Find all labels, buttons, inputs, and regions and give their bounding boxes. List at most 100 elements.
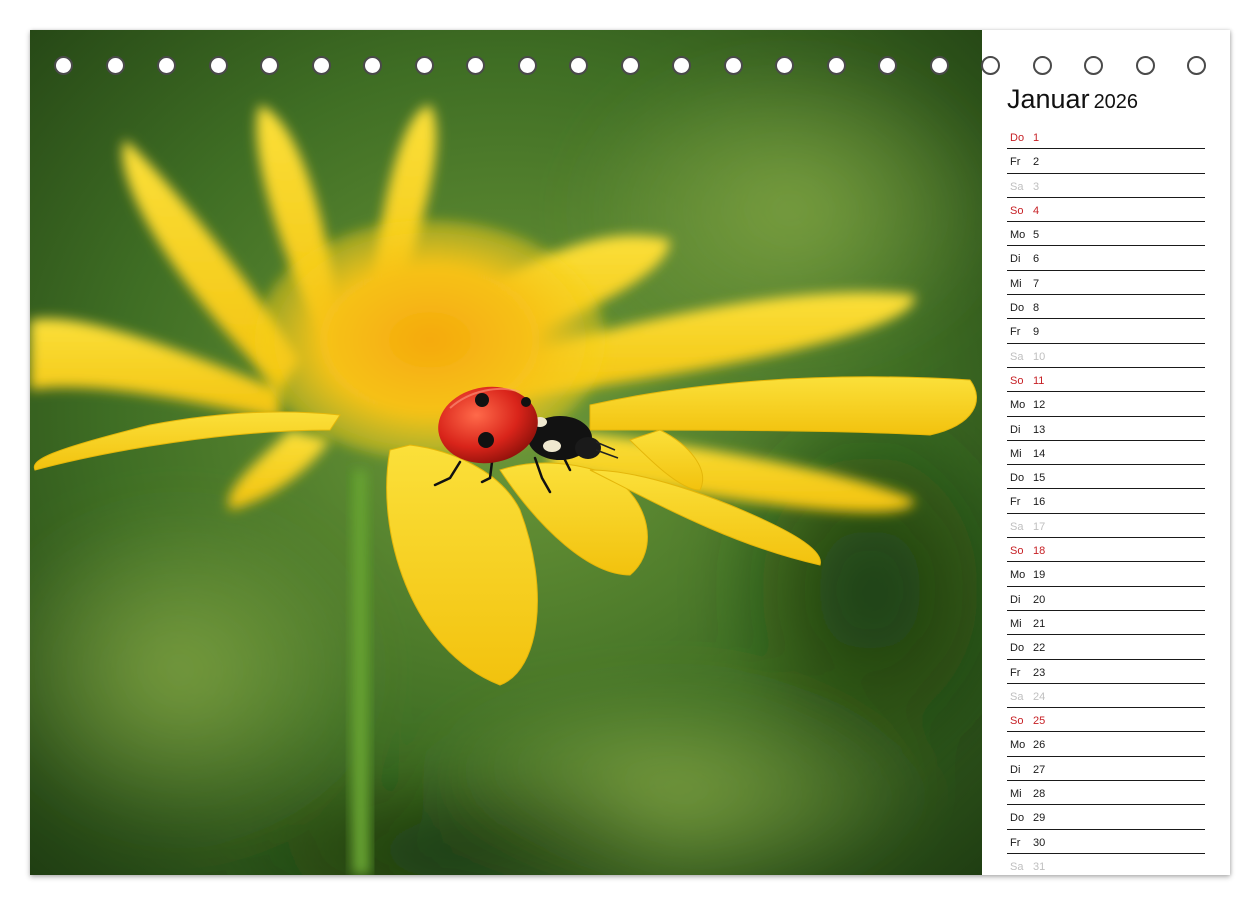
- day-row: So 4: [1007, 199, 1205, 223]
- day-number: 3: [1033, 180, 1040, 193]
- weekday-label: So: [1010, 374, 1024, 387]
- day-row: Do 15: [1007, 466, 1205, 490]
- weekday-label: So: [1010, 545, 1024, 558]
- day-number: 4: [1033, 204, 1040, 217]
- day-number: 6: [1033, 253, 1040, 266]
- day-row: Do 8: [1007, 296, 1205, 320]
- day-number: 1: [1033, 132, 1040, 144]
- day-row: So 18: [1007, 539, 1205, 563]
- day-row: Do 22: [1007, 636, 1205, 660]
- day-row: Mo 26: [1007, 733, 1205, 757]
- day-number: 30: [1033, 836, 1046, 849]
- weekday-label: Sa: [1010, 350, 1024, 363]
- weekday-label: Di: [1010, 253, 1021, 266]
- day-row: Do 29: [1007, 806, 1205, 830]
- day-row: Fr 16: [1007, 490, 1205, 514]
- day-row: Mi 14: [1007, 442, 1205, 466]
- day-number: 27: [1033, 763, 1046, 776]
- day-row: Mi 21: [1007, 612, 1205, 636]
- day-row: Di 27: [1007, 758, 1205, 782]
- weekday-label: Di: [1010, 423, 1021, 436]
- day-row: Mi 7: [1007, 272, 1205, 296]
- day-number: 25: [1033, 715, 1046, 728]
- day-number: 10: [1033, 350, 1046, 363]
- month-name: Januar: [1007, 84, 1090, 114]
- day-number: 7: [1033, 277, 1040, 290]
- day-row: So 11: [1007, 369, 1205, 393]
- day-number: 9: [1033, 326, 1040, 339]
- day-number: 17: [1033, 520, 1046, 533]
- weekday-label: Fr: [1010, 326, 1021, 339]
- month-year: 2026: [1093, 91, 1139, 113]
- day-row: Di 13: [1007, 418, 1205, 441]
- day-row: Sa 3: [1007, 175, 1205, 198]
- day-number: 28: [1033, 788, 1046, 801]
- weekday-label: Mo: [1010, 399, 1026, 412]
- weekday-label: So: [1010, 204, 1024, 217]
- weekday-label: Do: [1010, 472, 1025, 485]
- weekday-label: Mo: [1010, 739, 1026, 752]
- weekday-label: Mi: [1010, 277, 1022, 290]
- weekday-label: So: [1010, 715, 1024, 728]
- day-number: 13: [1033, 423, 1046, 436]
- day-number: 16: [1033, 496, 1046, 509]
- weekday-label: Mo: [1010, 229, 1026, 242]
- weekday-label: Fr: [1010, 496, 1021, 509]
- weekday-label: Do: [1010, 642, 1025, 655]
- day-row: Mo 5: [1007, 223, 1205, 247]
- weekday-label: Fr: [1010, 666, 1021, 679]
- calendar-page: Januar 2026 Do 1 Fr 2 Sa 3 So 4 Mo 5 Di 6 Mi 7 Do 8 Fr 9 Sa…: [30, 30, 1230, 875]
- day-number: 24: [1033, 690, 1046, 703]
- day-number: 5: [1033, 229, 1040, 242]
- weekday-label: Sa: [1010, 860, 1024, 873]
- weekday-label: Sa: [1010, 690, 1024, 703]
- day-number: 15: [1033, 472, 1046, 485]
- weekday-label: Do: [1010, 132, 1025, 144]
- weekday-label: Sa: [1010, 180, 1024, 193]
- day-row: Fr 30: [1007, 831, 1205, 854]
- weekday-label: Do: [1010, 812, 1025, 825]
- weekday-label: Mo: [1010, 569, 1026, 582]
- day-number: 12: [1033, 399, 1046, 412]
- day-number: 26: [1033, 739, 1046, 752]
- day-number: 8: [1033, 302, 1040, 315]
- day-row: Di 20: [1007, 588, 1205, 611]
- day-row: Do 1: [1007, 126, 1205, 150]
- day-number: 19: [1033, 569, 1046, 582]
- day-row: Mi 28: [1007, 782, 1205, 806]
- day-row: Fr 2: [1007, 150, 1205, 174]
- day-number: 20: [1033, 593, 1046, 606]
- day-number: 2: [1033, 156, 1040, 169]
- day-row: Sa 17: [1007, 515, 1205, 539]
- day-number: 31: [1033, 860, 1046, 873]
- day-number: 21: [1033, 617, 1046, 630]
- weekday-label: Di: [1010, 763, 1021, 776]
- day-number: 22: [1033, 642, 1046, 655]
- weekday-label: Fr: [1010, 836, 1021, 849]
- day-number: 18: [1033, 545, 1046, 558]
- day-number: 29: [1033, 812, 1046, 825]
- month-heading: Januar 2026: [1007, 84, 1138, 115]
- day-number: 14: [1033, 447, 1046, 460]
- weekday-label: Di: [1010, 593, 1021, 606]
- weekday-label: Sa: [1010, 520, 1024, 533]
- day-row: Sa 10: [1007, 345, 1205, 368]
- weekday-label: Mi: [1010, 788, 1022, 801]
- weekday-label: Mi: [1010, 617, 1022, 630]
- day-row: Fr 23: [1007, 661, 1205, 684]
- day-list-panel: Januar 2026 Do 1 Fr 2 Sa 3 So 4 Mo 5 Di 6 Mi 7 Do 8 Fr 9 Sa…: [982, 30, 1230, 875]
- weekday-label: Do: [1010, 302, 1025, 315]
- day-row: Di 6: [1007, 247, 1205, 271]
- weekday-label: Fr: [1010, 156, 1021, 169]
- day-row: Sa 24: [1007, 685, 1205, 709]
- day-list: Do 1 Fr 2 Sa 3 So 4 Mo 5 Di 6 Mi 7 Do 8 Fr 9 Sa 10 So 11 Mo 12 D…: [1007, 126, 1205, 875]
- day-row: So 25: [1007, 709, 1205, 733]
- day-number: 11: [1033, 374, 1045, 387]
- day-number: 23: [1033, 666, 1046, 679]
- day-row: Sa 31: [1007, 855, 1205, 875]
- day-row: Mo 12: [1007, 393, 1205, 417]
- calendar-photo: [30, 30, 982, 875]
- weekday-label: Mi: [1010, 447, 1022, 460]
- day-row: Fr 9: [1007, 320, 1205, 344]
- day-row: Mo 19: [1007, 563, 1205, 587]
